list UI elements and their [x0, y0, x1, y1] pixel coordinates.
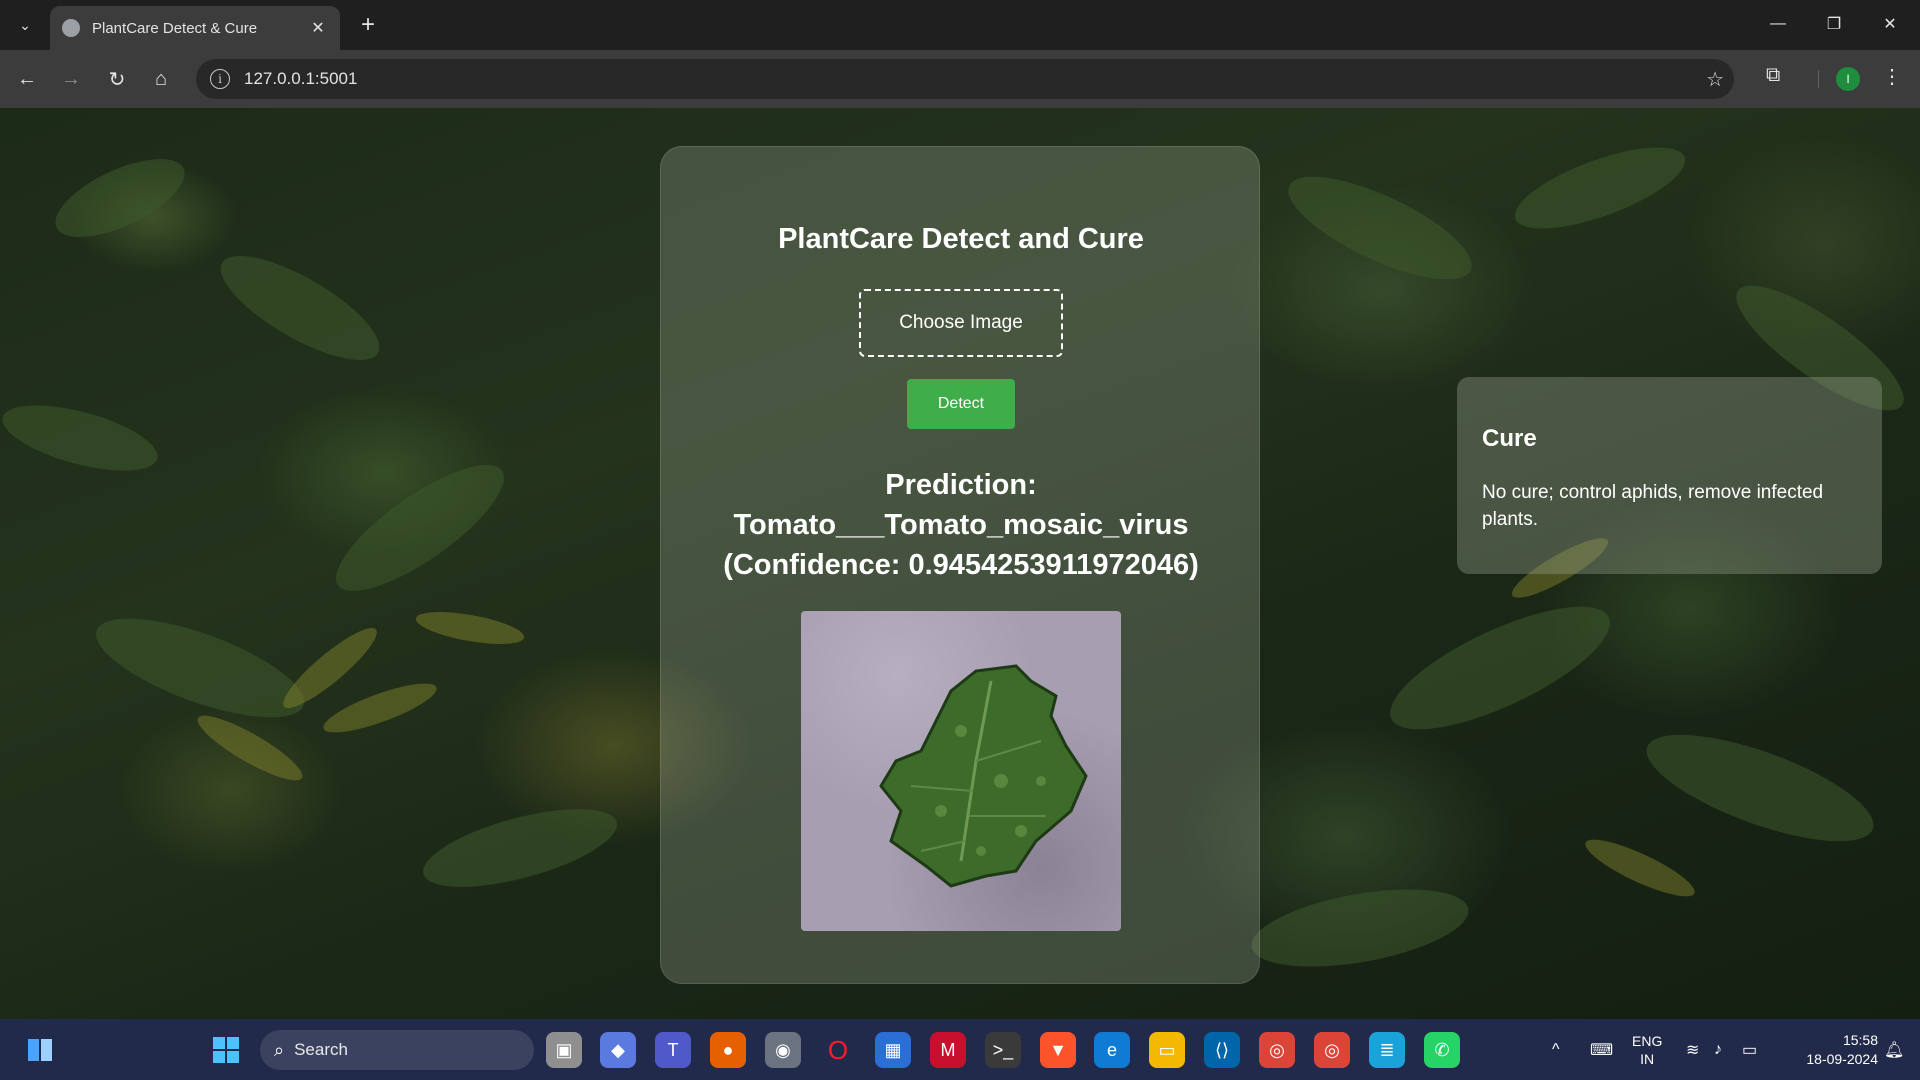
browser-toolbar: ← → ↻ ⌂ i 127.0.0.1:5001 ☆ ⧉ I ⋮ [0, 50, 1920, 108]
prediction-label: Prediction: [885, 469, 1037, 501]
restore-button[interactable]: ❐ [1806, 0, 1862, 48]
forward-arrow-icon[interactable]: → [56, 64, 86, 94]
camera-icon[interactable]: ◉ [765, 1032, 801, 1068]
clock-time: 15:58 [1842, 1031, 1878, 1048]
edge-icon[interactable]: e [1094, 1032, 1130, 1068]
browser-tab[interactable]: PlantCare Detect & Cure ✕ [50, 6, 340, 50]
detect-button[interactable]: Detect [907, 379, 1015, 429]
detect-card: PlantCare Detect and Cure Choose Image D… [660, 146, 1260, 984]
page-title: PlantCare Detect and Cure [778, 223, 1144, 255]
firefox-icon[interactable]: ● [710, 1032, 746, 1068]
profile-avatar[interactable]: I [1836, 67, 1860, 91]
file-explorer-icon[interactable]: ▭ [1149, 1032, 1185, 1068]
close-window-button[interactable]: ✕ [1862, 0, 1918, 48]
language-indicator[interactable]: ENG IN [1632, 1019, 1662, 1080]
volume-icon[interactable]: ♪ [1714, 1019, 1722, 1080]
tray-overflow-chevron-icon[interactable]: ^ [1552, 1019, 1560, 1080]
chrome-profile-icon[interactable]: ◎ [1314, 1032, 1350, 1068]
battery-icon[interactable]: ▭ [1742, 1019, 1757, 1080]
minimize-button[interactable]: — [1750, 0, 1806, 48]
toolbar-divider [1818, 70, 1819, 88]
search-icon: ⌕ [274, 1039, 285, 1060]
tab-search-button[interactable]: ⌄ [10, 10, 40, 40]
copilot-icon[interactable]: ◆ [600, 1032, 636, 1068]
taskbar: ⌕ Search ▣ ◆ T ● ◉ O ▦ M >_ ▼ e ▭ ⟨⟩ ◎ ◎… [0, 1019, 1920, 1080]
taskbar-search[interactable]: ⌕ Search [260, 1030, 534, 1070]
browser-tab-bar: ⌄ PlantCare Detect & Cure ✕ + — ❐ ✕ [0, 0, 1920, 50]
url-text: 127.0.0.1:5001 [244, 69, 358, 88]
keyboard-icon[interactable]: ⌨ [1590, 1019, 1613, 1080]
taskbar-search-label: Search [294, 1040, 348, 1059]
clock[interactable]: 15:58 18-09-2024 [1784, 1019, 1878, 1080]
site-info-icon[interactable]: i [210, 69, 230, 89]
whatsapp-icon[interactable]: ✆ [1424, 1032, 1460, 1068]
extensions-icon[interactable]: ⧉ [1766, 64, 1780, 87]
wifi-icon[interactable]: ≋ [1686, 1019, 1699, 1080]
cure-text: No cure; control aphids, remove infected… [1482, 482, 1824, 530]
page-viewport: PlantCare Detect and Cure Choose Image D… [0, 108, 1920, 1019]
language-code: ENG [1632, 1032, 1663, 1049]
brave-icon[interactable]: ▼ [1040, 1032, 1076, 1068]
choose-image-button[interactable]: Choose Image [859, 289, 1063, 357]
leaf-icon [879, 664, 1088, 888]
cure-title: Cure [1482, 425, 1537, 452]
opera-icon[interactable]: O [820, 1032, 856, 1068]
prediction-confidence: (Confidence: 0.9454253911972046) [723, 549, 1199, 581]
store-icon[interactable]: ▦ [875, 1032, 911, 1068]
language-region: IN [1640, 1050, 1655, 1067]
mcafee-icon[interactable]: M [930, 1032, 966, 1068]
notifications-bell-icon[interactable]: 🔔︎ [1884, 1019, 1904, 1080]
globe-icon [62, 19, 80, 37]
uploaded-leaf-image [801, 611, 1121, 931]
menu-dots-icon[interactable]: ⋮ [1882, 64, 1902, 89]
notepad-icon[interactable]: ≣ [1369, 1032, 1405, 1068]
chrome-icon[interactable]: ◎ [1259, 1032, 1295, 1068]
vscode-icon[interactable]: ⟨⟩ [1204, 1032, 1240, 1068]
terminal-icon[interactable]: >_ [985, 1032, 1021, 1068]
prediction-result: Prediction: Tomato___Tomato_mosaic_virus… [681, 465, 1241, 585]
home-icon[interactable]: ⌂ [146, 64, 176, 94]
clock-date: 18-09-2024 [1806, 1050, 1878, 1067]
start-windows-icon[interactable] [208, 1032, 244, 1068]
reload-icon[interactable]: ↻ [102, 64, 132, 94]
bookmark-star-icon[interactable]: ☆ [1706, 67, 1724, 92]
back-arrow-icon[interactable]: ← [12, 64, 42, 94]
address-bar[interactable]: i 127.0.0.1:5001 ☆ [196, 59, 1734, 99]
cure-panel: Cure No cure; control aphids, remove inf… [1457, 377, 1882, 574]
prediction-class: Tomato___Tomato_mosaic_virus [733, 509, 1189, 541]
new-tab-button[interactable]: + [353, 10, 383, 40]
close-tab-icon[interactable]: ✕ [308, 18, 328, 38]
teams-icon[interactable]: T [655, 1032, 691, 1068]
task-view-icon[interactable]: ▣ [546, 1032, 582, 1068]
widgets-icon[interactable] [22, 1032, 58, 1068]
tab-title: PlantCare Detect & Cure [92, 19, 258, 37]
